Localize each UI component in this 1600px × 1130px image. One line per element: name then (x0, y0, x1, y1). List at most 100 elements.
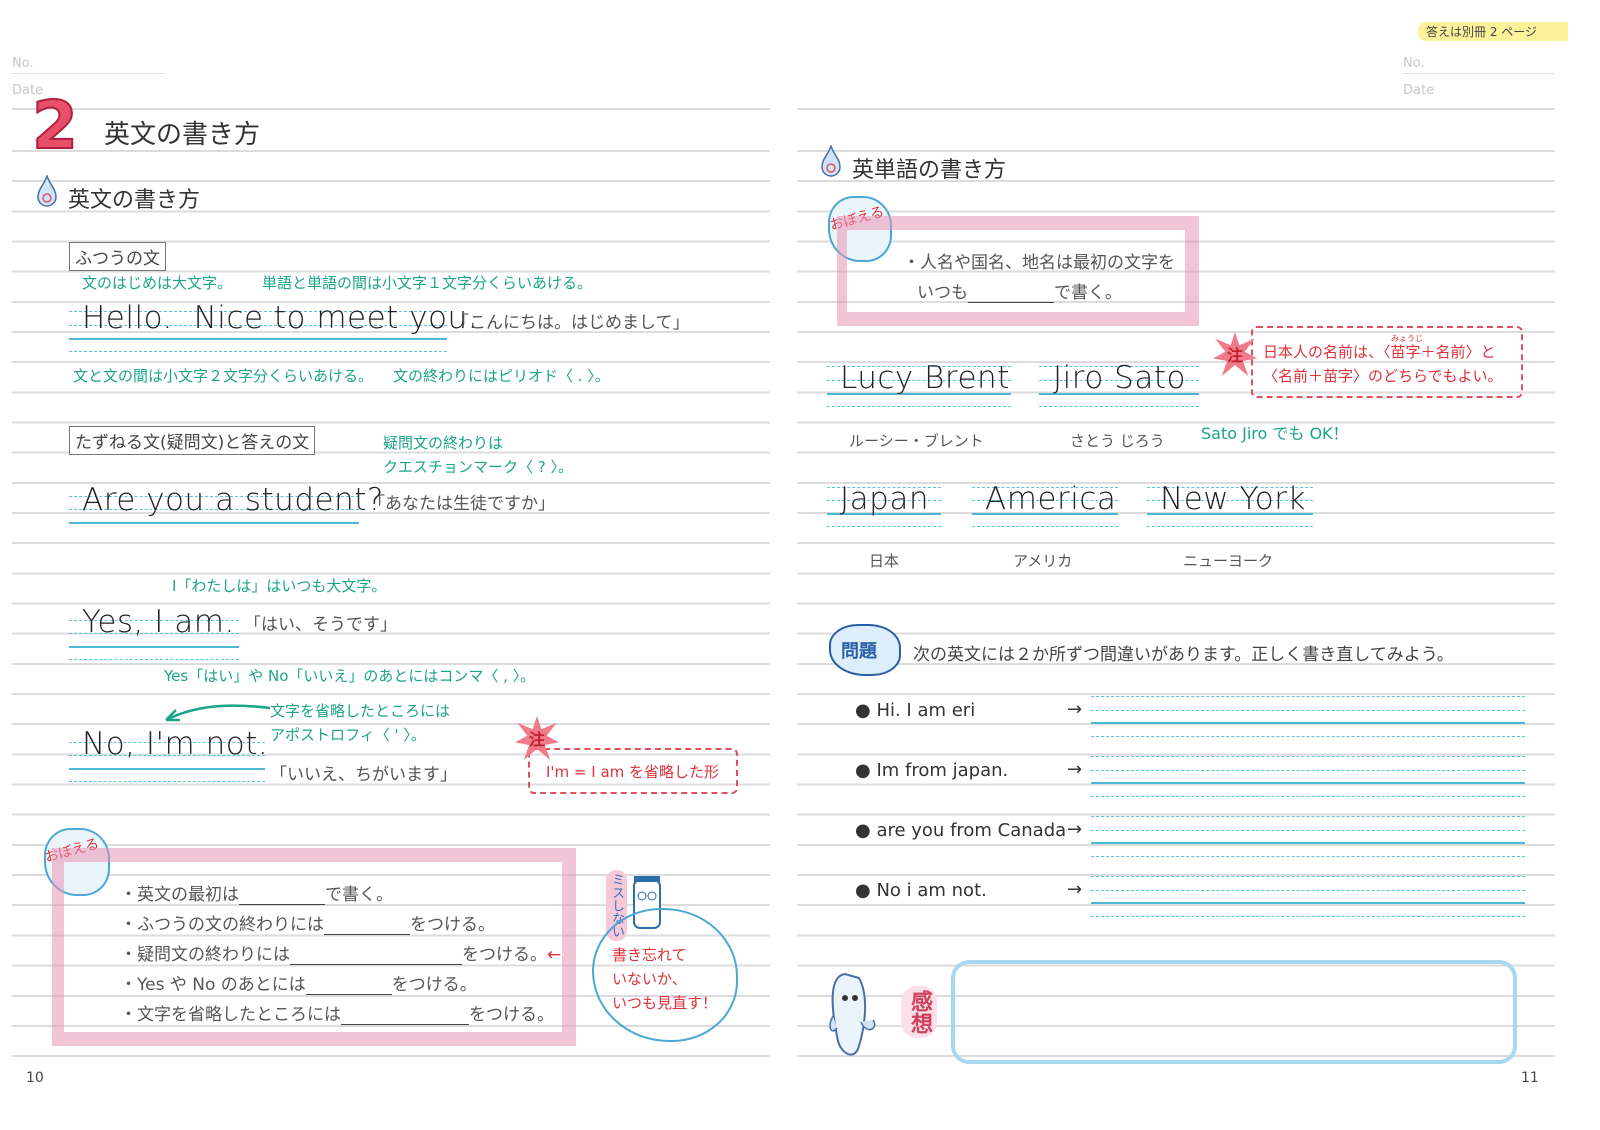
yes-sentence: Yes, I am. (82, 604, 235, 640)
place-reading: ニューヨーク (1183, 552, 1274, 570)
sato-note: Sato Jiro でも OK！ (1201, 424, 1349, 443)
note-capital-i: I「わたしは」はいつも大文字。 (172, 577, 387, 595)
reminder-line: いつも見直す！ (612, 994, 718, 1012)
name-word: Lucy Brent (840, 360, 1010, 396)
label-normal-sentence: ふつうの文 (69, 242, 166, 271)
guide-line (1091, 756, 1525, 757)
guide-line (1091, 890, 1525, 891)
answer-line[interactable] (1091, 782, 1525, 784)
chapter-title: 英文の書き方 (104, 120, 261, 150)
place-word: Japan (840, 481, 929, 517)
section-title: 英文の書き方 (68, 188, 201, 213)
guide-line (1091, 876, 1525, 877)
caution-callout (1251, 326, 1523, 398)
no-field-line[interactable] (1403, 73, 1555, 74)
example-sentence: Hello. Nice to meet you. (82, 300, 479, 336)
arrow-right-icon: → (1067, 759, 1083, 780)
name-reading: さとう じろう (1070, 432, 1165, 450)
page-number: 11 (1521, 1070, 1539, 1086)
right-page: 答えは別冊 2 ページ No. Date 英単語の書き方 おぼえる ・人名や国名… (785, 0, 1600, 1130)
arrow-right-icon: → (1067, 879, 1083, 900)
curved-arrow-icon (165, 704, 271, 722)
remember-item: ・英文の最初は で書く。 (120, 885, 393, 905)
left-page: No. Date 2 英文の書き方 英文の書き方 ふつうの文 文のはじめは大文字… (0, 0, 785, 1130)
name-word: Jiro Sato (1053, 360, 1186, 396)
remember-item: ・疑問文の終わりには をつける。← (120, 945, 562, 965)
note-word-space: 単語と単語の間は小文字１文字分くらいあける。 (262, 274, 593, 292)
guide-line (69, 659, 239, 660)
place-word: America (985, 481, 1117, 517)
reminder-line: いないか、 (612, 970, 687, 988)
problem-sentence: ● Hi. I am eri (855, 700, 976, 721)
remember-item: ・Yes や No のあとには をつける。 (120, 975, 477, 995)
guide-line (972, 526, 1118, 527)
note-capital: 文のはじめは大文字。 (82, 274, 233, 292)
remember-item: ・文字を省略したところには をつける。 (120, 1005, 554, 1025)
note-qmark-2: クエスチョンマーク〈 ? 〉。 (383, 458, 573, 476)
note-period: 文の終わりにはピリオド〈 . 〉。 (393, 367, 610, 385)
impression-box[interactable] (951, 960, 1517, 1064)
divider (12, 108, 770, 110)
answer-line[interactable] (1091, 722, 1525, 724)
divider (797, 108, 1555, 110)
blank-field[interactable] (305, 977, 392, 995)
caution-text: I'm = I am を省略した形 (546, 763, 720, 781)
blank-field[interactable] (239, 887, 325, 905)
place-reading: アメリカ (1013, 552, 1073, 570)
guide-line (1091, 816, 1525, 817)
guide-line (1091, 796, 1525, 797)
guide-line (1091, 916, 1525, 917)
no-field-line[interactable] (12, 73, 164, 74)
caution-line: 〈名前＋苗字〉のどちらでもよい。 (1263, 367, 1503, 385)
problem-sentence: ● Im from japan. (855, 760, 1009, 781)
question-translation: 「あなたは生徒ですか」 (368, 494, 555, 514)
guide-line (1091, 770, 1525, 771)
no-translation: 「いいえ、ちがいます」 (270, 765, 457, 785)
baseline (69, 522, 359, 524)
baseline (69, 768, 265, 770)
guide-line (69, 781, 265, 782)
date-label: Date (1403, 83, 1435, 98)
guide-line (827, 526, 941, 527)
yes-translation: 「はい、そうです」 (244, 615, 397, 635)
arrow-left-icon: ← (547, 945, 562, 965)
blank-field[interactable] (341, 1007, 469, 1025)
translation: 「こんにちは。はじめまして」 (452, 313, 690, 333)
arrow-right-icon: → (1067, 819, 1083, 840)
guide-line (827, 406, 1011, 407)
answer-line[interactable] (1091, 902, 1525, 904)
section-title: 英単語の書き方 (852, 158, 1007, 183)
problem-badge-label: 問題 (841, 641, 877, 662)
guide-line (1091, 736, 1525, 737)
page-number: 10 (26, 1070, 44, 1086)
guide-line (1091, 696, 1525, 697)
guide-line (1091, 856, 1525, 857)
blank-field[interactable] (324, 917, 410, 935)
label-question-sentence: たずねる文(疑問文)と答えの文 (69, 426, 316, 455)
caution-line: 日本人の名前は、〈苗字＋名前〉と (1263, 343, 1496, 361)
guide-line (1147, 526, 1313, 527)
no-label: No. (1403, 56, 1425, 71)
note-apostrophe-1: 文字を省略したところには (270, 702, 451, 720)
note-comma: Yes「はい」や No「いいえ」のあとにはコンマ〈 , 〉。 (164, 667, 536, 685)
remember-line: いつも で書く。 (917, 283, 1122, 303)
flame-icon (821, 145, 841, 177)
name-reading: ルーシー・ブレント (849, 432, 984, 450)
baseline (69, 338, 447, 340)
answer-note: 答えは別冊 2 ページ (1418, 22, 1568, 41)
guide-line (1091, 830, 1525, 831)
flame-icon (37, 175, 57, 207)
ghost-mascot-icon (829, 972, 876, 1056)
note-apostrophe-2: アポストロフィ〈 ' 〉。 (270, 726, 426, 744)
problem-sentence: ● No i am not. (855, 880, 987, 901)
answer-line[interactable] (1091, 842, 1525, 844)
no-sentence: No, I'm not. (82, 726, 269, 762)
note-qmark-1: 疑問文の終わりは (383, 434, 504, 452)
no-label: No. (12, 56, 34, 71)
blank-field[interactable] (290, 947, 462, 965)
note-sentence-space: 文と文の間は小文字２文字分くらいあける。 (73, 367, 374, 385)
impression-label: 感想 (901, 986, 937, 1038)
place-reading: 日本 (869, 552, 900, 570)
blank-field[interactable] (968, 285, 1054, 303)
remember-item: ・ふつうの文の終わりには をつける。 (120, 915, 495, 935)
